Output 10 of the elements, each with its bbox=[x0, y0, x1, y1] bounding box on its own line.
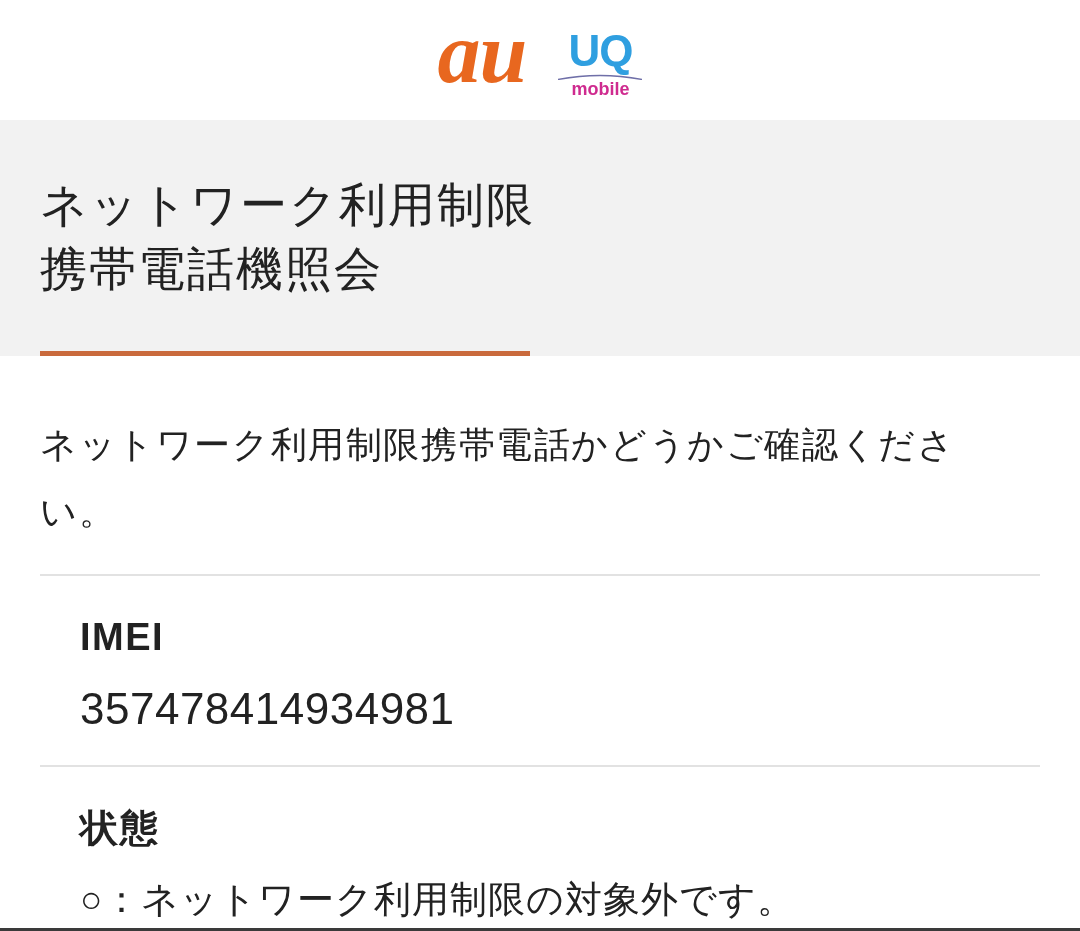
field-label: IMEI bbox=[80, 615, 165, 660]
mobile-logo-text: mobile bbox=[571, 79, 630, 99]
au-logo: au bbox=[437, 10, 527, 96]
field-label: 状態 bbox=[80, 806, 159, 851]
field-value: ○：ネットワーク利用制限の対象外です。 bbox=[80, 878, 796, 922]
swoosh-icon bbox=[558, 73, 643, 80]
field-value: 357478414934981 bbox=[80, 684, 455, 734]
uq-logo-text: UQ bbox=[568, 27, 633, 74]
page-title: ネットワーク利用制限 携帯電話機照会 bbox=[40, 177, 535, 297]
description-text: ネットワーク利用制限携帯電話かどうかご確認ください。 bbox=[40, 423, 957, 534]
